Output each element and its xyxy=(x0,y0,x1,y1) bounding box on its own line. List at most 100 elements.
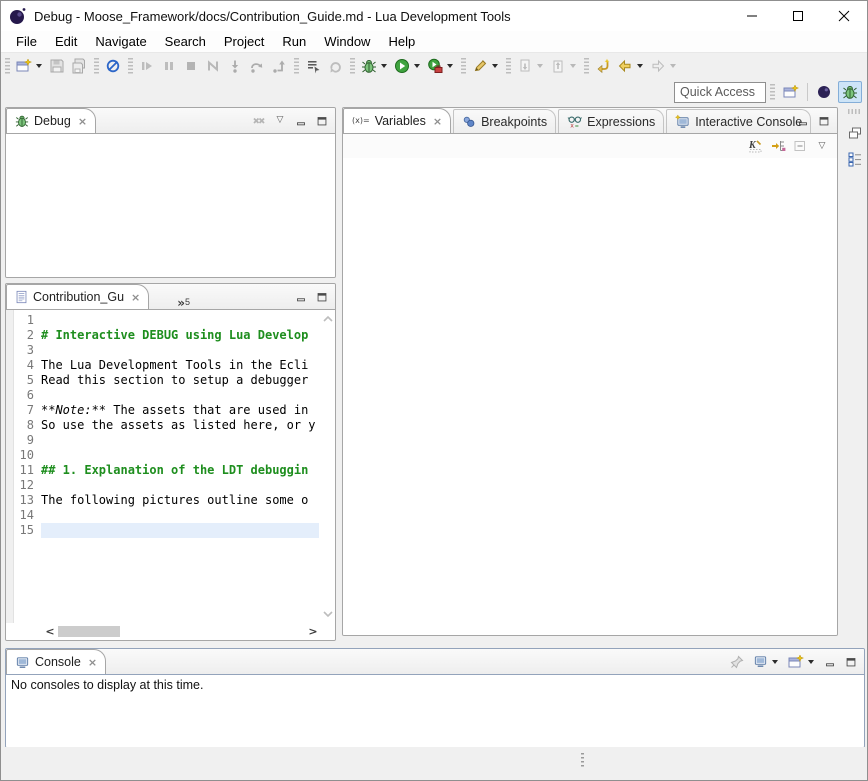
code-line[interactable]: 4The Lua Development Tools in the Ecli xyxy=(15,358,319,373)
code-line[interactable]: 3 xyxy=(15,343,319,358)
menu-item-project[interactable]: Project xyxy=(215,31,273,53)
minimize-view-button[interactable] xyxy=(794,112,812,130)
close-icon[interactable]: × xyxy=(131,291,140,304)
dropdown-arrow-icon[interactable] xyxy=(414,64,420,68)
dropdown-arrow-icon[interactable] xyxy=(381,64,387,68)
menu-item-window[interactable]: Window xyxy=(315,31,379,53)
step-return-button xyxy=(268,55,290,77)
debug-view-content[interactable] xyxy=(6,133,335,277)
scroll-down-icon[interactable] xyxy=(323,611,333,618)
debug-button[interactable] xyxy=(358,55,391,77)
window-minimize-button[interactable] xyxy=(729,1,775,31)
quick-access-input[interactable] xyxy=(674,82,766,103)
scroll-left-icon[interactable]: < xyxy=(44,625,56,638)
close-icon[interactable]: × xyxy=(88,656,97,669)
console-content[interactable]: No consoles to display at this time. xyxy=(6,674,864,747)
scrollbar-thumb[interactable] xyxy=(58,626,120,637)
view-menu-icon[interactable]: ▽ xyxy=(813,137,831,155)
file-icon xyxy=(15,290,28,304)
code-line[interactable]: 7**Note:** The assets that are used in xyxy=(15,403,319,418)
line-text: # Interactive DEBUG using Lua Develop xyxy=(41,328,319,343)
code-line[interactable]: 5Read this section to setup a debugger xyxy=(15,373,319,388)
editor-text-area[interactable]: 12# Interactive DEBUG using Lua Develop3… xyxy=(15,313,319,622)
debug-perspective-button[interactable] xyxy=(838,81,862,103)
show-hidden-editors-button[interactable]: »5 xyxy=(177,294,190,309)
close-icon[interactable]: × xyxy=(433,115,442,128)
statusbar-drag-handle[interactable] xyxy=(581,753,584,769)
editor-content[interactable]: 12# Interactive DEBUG using Lua Develop3… xyxy=(6,309,335,640)
code-line[interactable]: 2# Interactive DEBUG using Lua Develop xyxy=(15,328,319,343)
tab-interactive-console[interactable]: Interactive Console xyxy=(666,109,811,133)
ldt-perspective-button[interactable] xyxy=(812,81,836,103)
maximize-view-button[interactable] xyxy=(313,288,331,306)
fastview-grip xyxy=(848,109,862,114)
restore-view-button[interactable] xyxy=(845,123,865,143)
code-line[interactable]: 12 xyxy=(15,478,319,493)
outline-view-icon[interactable] xyxy=(845,149,865,169)
open-console-button[interactable] xyxy=(785,651,818,673)
menu-item-navigate[interactable]: Navigate xyxy=(86,31,155,53)
minimize-view-button[interactable] xyxy=(821,653,839,671)
scroll-up-icon[interactable] xyxy=(323,315,333,322)
line-text xyxy=(41,343,319,358)
code-line-current[interactable]: 15 xyxy=(15,523,319,538)
external-tools-button[interactable] xyxy=(424,55,457,77)
maximize-view-button[interactable] xyxy=(815,112,833,130)
tab-variables[interactable]: (x)= Variables × xyxy=(343,108,451,133)
skip-all-breakpoints-button[interactable] xyxy=(102,55,124,77)
close-icon[interactable]: × xyxy=(78,115,87,128)
open-task-button[interactable] xyxy=(469,55,502,77)
chevron-more-icon: » xyxy=(177,297,185,309)
window-close-button[interactable] xyxy=(821,1,867,31)
tab-console[interactable]: Console × xyxy=(6,649,106,674)
tab-debug[interactable]: Debug × xyxy=(6,108,96,133)
new-wizard-icon xyxy=(15,57,33,75)
back-button[interactable] xyxy=(614,55,647,77)
view-menu-icon[interactable]: ▽ xyxy=(271,112,289,130)
tab-expressions[interactable]: x= Expressions xyxy=(558,109,664,133)
show-logical-structure-icon[interactable] xyxy=(769,137,787,155)
menu-item-search[interactable]: Search xyxy=(156,31,215,53)
scroll-right-icon[interactable]: > xyxy=(307,625,319,638)
last-edit-location-button[interactable] xyxy=(592,55,614,77)
code-line[interactable]: 11## 1. Explanation of the LDT debuggin xyxy=(15,463,319,478)
minimize-view-button[interactable] xyxy=(292,288,310,306)
display-selected-console-button[interactable] xyxy=(749,651,782,673)
dropdown-arrow-icon[interactable] xyxy=(537,64,543,68)
dropdown-arrow-icon[interactable] xyxy=(670,64,676,68)
menu-item-run[interactable]: Run xyxy=(273,31,315,53)
new-button[interactable] xyxy=(13,55,46,77)
dropdown-arrow-icon[interactable] xyxy=(447,64,453,68)
code-line[interactable]: 8So use the assets as listed here, or y xyxy=(15,418,319,433)
svg-text:x: x xyxy=(570,123,574,129)
maximize-view-button[interactable] xyxy=(313,112,331,130)
menu-item-file[interactable]: File xyxy=(7,31,46,53)
tab-contribution-guide[interactable]: Contribution_Gu × xyxy=(6,284,149,309)
resume-icon xyxy=(138,57,156,75)
minimize-view-button[interactable] xyxy=(292,112,310,130)
code-line[interactable]: 14 xyxy=(15,508,319,523)
dropdown-arrow-icon[interactable] xyxy=(570,64,576,68)
dropdown-arrow-icon[interactable] xyxy=(772,660,778,664)
tab-breakpoints[interactable]: Breakpoints xyxy=(453,109,556,133)
use-step-filters-button[interactable] xyxy=(302,55,324,77)
dropdown-arrow-icon[interactable] xyxy=(808,660,814,664)
show-type-names-icon[interactable]: K xyxy=(747,137,765,155)
dropdown-arrow-icon[interactable] xyxy=(637,64,643,68)
code-line[interactable]: 9 xyxy=(15,433,319,448)
dropdown-arrow-icon[interactable] xyxy=(492,64,498,68)
code-line[interactable]: 13The following pictures outline some o xyxy=(15,493,319,508)
code-line[interactable]: 6 xyxy=(15,388,319,403)
window-maximize-button[interactable] xyxy=(775,1,821,31)
dropdown-arrow-icon[interactable] xyxy=(36,64,42,68)
run-button[interactable] xyxy=(391,55,424,77)
menu-item-edit[interactable]: Edit xyxy=(46,31,86,53)
horizontal-scrollbar[interactable]: < > xyxy=(44,625,319,638)
title-bar: Debug - Moose_Framework/docs/Contributio… xyxy=(1,1,867,31)
open-perspective-button[interactable] xyxy=(779,81,803,103)
maximize-view-button[interactable] xyxy=(842,653,860,671)
app-logo-icon xyxy=(8,6,28,26)
menu-item-help[interactable]: Help xyxy=(379,31,424,53)
code-line[interactable]: 1 xyxy=(15,313,319,328)
code-line[interactable]: 10 xyxy=(15,448,319,463)
